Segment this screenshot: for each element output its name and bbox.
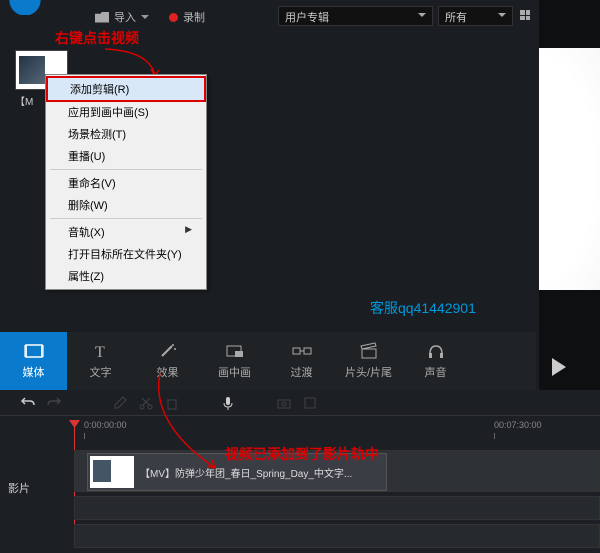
tab-intro[interactable]: 片头/片尾 [335, 332, 402, 390]
menu-apply-pip[interactable]: 应用到画中画(S) [46, 101, 206, 123]
menu-scene-detect[interactable]: 场景检测(T) [46, 123, 206, 145]
chevron-down-icon [498, 13, 506, 17]
app-logo-partial [0, 0, 60, 15]
clip-thumbnail [90, 456, 134, 488]
record-label[interactable]: 录制 [183, 9, 205, 25]
wand-icon [158, 342, 178, 360]
play-button[interactable] [552, 358, 566, 376]
context-menu: 添加剪辑(R) 应用到画中画(S) 场景检测(T) 重播(U) 重命名(V) 删… [45, 74, 207, 290]
preview-content [539, 48, 600, 290]
track-label-video: 影片 [8, 480, 30, 496]
grid-view-icon[interactable] [520, 10, 530, 20]
folder-icon [95, 12, 109, 23]
headphone-icon [426, 342, 446, 360]
tab-sound[interactable]: 声音 [402, 332, 469, 390]
text-icon: T [91, 342, 111, 360]
record-icon [169, 13, 178, 22]
watermark-text: 客服qq41442901 [370, 298, 476, 318]
menu-replay[interactable]: 重播(U) [46, 145, 206, 167]
menu-delete[interactable]: 删除(W) [46, 194, 206, 216]
menu-properties[interactable]: 属性(Z) [46, 265, 206, 287]
submenu-arrow-icon: ▶ [185, 224, 192, 235]
annotation-added: 视频已添加到了影片轨中 [225, 444, 379, 464]
track-row[interactable] [74, 496, 600, 520]
menu-audio-track[interactable]: 音轨(X)▶ [46, 221, 206, 243]
menu-open-folder[interactable]: 打开目标所在文件夹(Y) [46, 243, 206, 265]
svg-text:T: T [95, 344, 105, 360]
menu-rename[interactable]: 重命名(V) [46, 172, 206, 194]
redo-icon[interactable] [46, 395, 62, 411]
edit-icon[interactable] [112, 395, 128, 411]
pip-icon [225, 342, 245, 360]
undo-icon[interactable] [20, 395, 36, 411]
clapper-icon [359, 342, 379, 360]
media-icon [24, 342, 44, 360]
menu-separator [50, 169, 202, 170]
chevron-down-icon [418, 13, 426, 17]
media-toolbar: 导入 录制 [95, 7, 205, 27]
tab-text[interactable]: T 文字 [67, 332, 134, 390]
timeline-panel: 0:00:00:00 00:07:30:00 影片 【MV】防弹少年团_春日_S… [0, 390, 600, 553]
thumbnail-label: 【M [15, 93, 33, 108]
transition-icon [292, 342, 312, 360]
annotation-right-click: 右键点击视频 [55, 28, 139, 48]
tabs-bar: 媒体 T 文字 效果 画中画 过渡 片头/片尾 声音 [0, 332, 536, 390]
import-dropdown-arrow[interactable] [141, 15, 149, 19]
timeline-toolbar [0, 390, 600, 416]
expand-icon[interactable] [302, 395, 318, 411]
camera-icon[interactable] [276, 395, 292, 411]
import-label[interactable]: 导入 [114, 9, 136, 25]
collection-select[interactable]: 用户专辑 [278, 6, 433, 26]
menu-separator [50, 218, 202, 219]
tab-media[interactable]: 媒体 [0, 332, 67, 390]
menu-add-clip[interactable]: 添加剪辑(R) [46, 76, 206, 102]
track-row[interactable] [74, 524, 600, 548]
tab-transition[interactable]: 过渡 [268, 332, 335, 390]
